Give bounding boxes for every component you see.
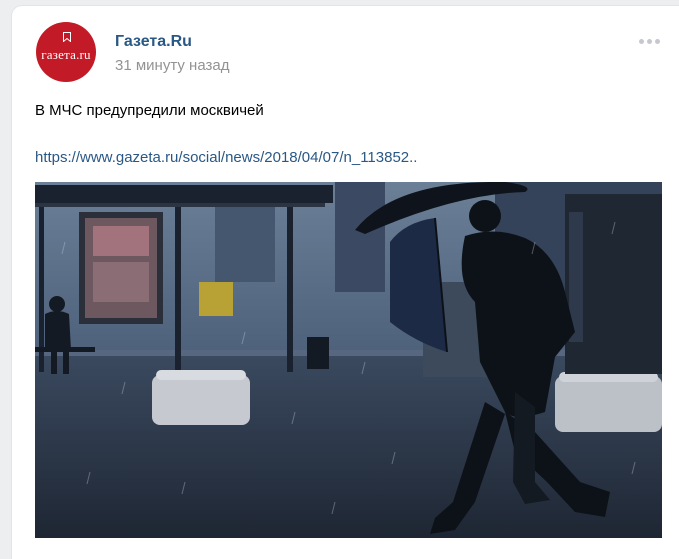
dot [655,39,660,44]
post-link[interactable]: https://www.gazeta.ru/social/news/2018/0… [35,149,417,166]
photo-illustration [35,182,662,538]
dot [647,39,652,44]
author-name[interactable]: Газета.Ru [115,33,192,51]
bookmark-icon [63,32,71,42]
more-options-icon[interactable] [639,39,660,44]
avatar[interactable]: газета.ru [36,22,96,82]
post-text: В МЧС предупредили москвичей [35,102,264,119]
post-photo[interactable] [35,182,662,538]
post-time[interactable]: 31 минуту назад [115,57,229,74]
avatar-logo-text: газета.ru [41,47,91,62]
dot [639,39,644,44]
post-card: газета.ru Газета.Ru 31 минуту назад В МЧ… [12,6,679,559]
